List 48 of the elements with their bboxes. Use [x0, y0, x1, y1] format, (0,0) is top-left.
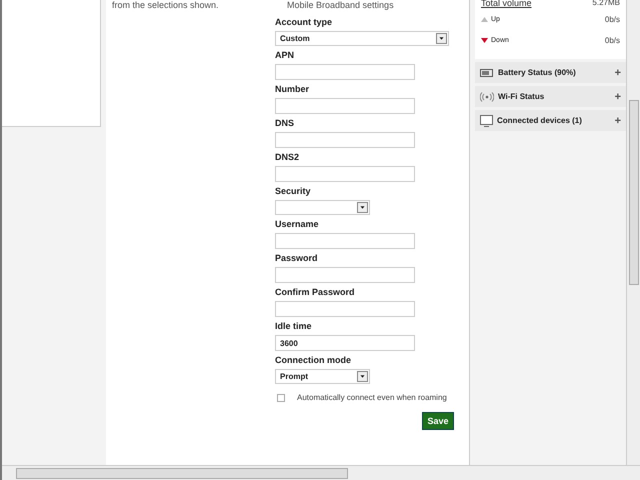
field-label: DNS2 — [275, 151, 300, 164]
field-label: DNS — [275, 117, 296, 130]
input-field[interactable] — [275, 301, 415, 317]
description-text: from the selections shown. — [112, 0, 220, 12]
field-label: APN — [275, 49, 296, 62]
field-label: Idle time — [275, 320, 313, 333]
expand-icon: + — [614, 114, 621, 126]
dropdown[interactable]: Prompt — [275, 369, 370, 384]
field-label: Username — [275, 218, 320, 231]
caret-icon — [357, 202, 368, 213]
field-label: Security — [275, 185, 312, 198]
dropdown[interactable]: Custom — [275, 31, 449, 46]
input-field[interactable] — [275, 267, 415, 283]
expand-icon: + — [614, 90, 621, 102]
input-field[interactable] — [275, 64, 415, 80]
input-field[interactable]: 3600 — [275, 335, 415, 351]
input-field[interactable] — [275, 132, 415, 148]
field-label: Confirm Password — [275, 286, 356, 299]
dropdown[interactable] — [275, 200, 370, 215]
down-arrow-icon — [481, 38, 488, 43]
option-text: Mobile Broadband settings — [287, 0, 395, 10]
caret-icon — [436, 33, 447, 44]
save-button[interactable]: Save — [422, 412, 454, 430]
field-label: Number — [275, 83, 310, 96]
checkbox-label: Automatically connect even when roaming — [297, 393, 447, 402]
section-title: Connected devices (1) — [497, 116, 582, 125]
rate-value: 0b/s — [604, 15, 620, 24]
status-section[interactable]: Battery Status (90%) + — [475, 62, 626, 83]
battery-icon — [480, 68, 494, 76]
field-label: Password — [275, 252, 319, 265]
status-section[interactable]: Connected devices (1) + — [475, 110, 626, 131]
section-title: Battery Status (90%) — [498, 68, 576, 77]
checkbox[interactable] — [277, 394, 285, 402]
input-field[interactable] — [275, 166, 415, 182]
input-field[interactable] — [275, 233, 415, 249]
rate-value: 0b/s — [604, 36, 620, 45]
signal-waves-icon — [480, 92, 494, 102]
input-field[interactable] — [275, 98, 415, 114]
caret-icon — [357, 371, 368, 382]
up-arrow-icon — [481, 17, 488, 22]
field-label: Account type — [275, 16, 334, 29]
monitor-icon — [480, 114, 493, 126]
vertical-scrollbar[interactable] — [628, 100, 638, 285]
section-title: Wi-Fi Status — [498, 92, 544, 101]
field-label: Connection mode — [275, 354, 352, 367]
status-section[interactable]: Wi-Fi Status + — [475, 86, 626, 107]
horizontal-scrollbar[interactable] — [16, 468, 348, 478]
expand-icon: + — [614, 66, 621, 78]
